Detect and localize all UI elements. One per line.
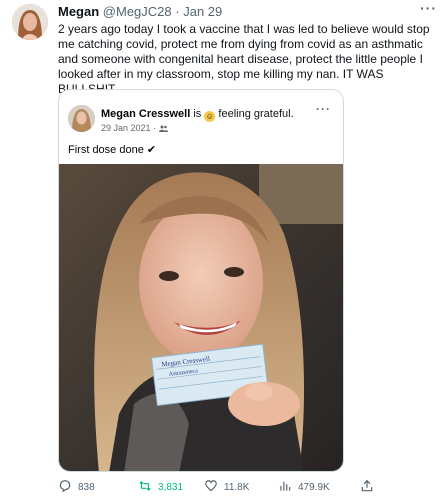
like-icon: [204, 479, 218, 496]
tweet-text: 2 years ago today I took a vaccine that …: [58, 22, 430, 96]
more-options-icon[interactable]: ···: [420, 0, 437, 16]
header-separator: ·: [175, 4, 180, 19]
embed-date: 29 Jan 2021: [101, 123, 151, 133]
embed-feeling: feeling grateful.: [218, 108, 294, 120]
embed-date-separator: ·: [153, 123, 157, 133]
smile-emoji-icon: ☺: [204, 111, 216, 122]
embed-author-name: Megan Cresswell: [101, 108, 191, 120]
embedded-post-image[interactable]: Megan Cresswell is ☺ feeling grateful. 2…: [58, 89, 344, 472]
share-button[interactable]: [360, 478, 374, 496]
views-button[interactable]: 479.9K: [278, 478, 330, 496]
reply-button[interactable]: 838: [58, 478, 95, 496]
embed-avatar: [68, 105, 95, 132]
author-avatar[interactable]: [12, 4, 48, 40]
author-handle[interactable]: @MegJC28: [103, 4, 172, 19]
embed-more-icon: ···: [316, 102, 331, 116]
action-bar: 838 3,831 11.8K 479.9K: [58, 478, 438, 496]
like-button[interactable]: 11.8K: [204, 478, 249, 496]
selfie-photo: Megan Cresswell Astrazeneca: [59, 164, 343, 471]
friends-icon: [158, 123, 168, 133]
views-icon: [278, 479, 292, 496]
like-count: 11.8K: [224, 481, 250, 493]
reply-count: 838: [78, 481, 95, 493]
share-icon: [360, 479, 374, 496]
tweet-header: Megan @MegJC28 · Jan 29: [58, 4, 222, 20]
tweet-time[interactable]: Jan 29: [183, 4, 222, 19]
author-name[interactable]: Megan: [58, 4, 99, 19]
tweet: Megan @MegJC28 · Jan 29 ··· 2 years ago …: [0, 0, 445, 500]
embed-date-line: 29 Jan 2021 ·: [101, 123, 168, 133]
embed-post-text: First dose done ✔: [68, 144, 157, 156]
embed-is-text: is: [193, 108, 202, 120]
retweet-button[interactable]: 3,831: [138, 478, 183, 496]
retweet-icon: [138, 479, 152, 496]
views-count: 479.9K: [298, 481, 330, 493]
embed-title: Megan Cresswell is ☺ feeling grateful.: [101, 108, 294, 122]
retweet-count: 3,831: [158, 481, 184, 493]
reply-icon: [58, 479, 72, 496]
